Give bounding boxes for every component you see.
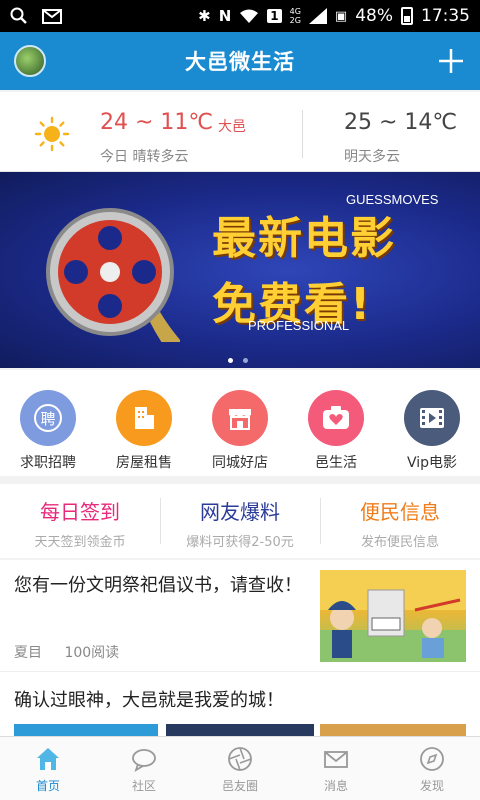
weather-panel[interactable]: 24 ~ 11℃ 大邑 今日 晴转多云 25 ~ 14℃ 明天多云 bbox=[0, 92, 480, 172]
wifi-icon bbox=[240, 9, 259, 23]
news-thumbnail bbox=[320, 570, 466, 662]
category-label: 房屋租售 bbox=[116, 455, 172, 471]
tab-label: 发现 bbox=[419, 779, 444, 793]
screenshot-icon: ▣ bbox=[334, 8, 348, 24]
network-indicator: 4G 2G bbox=[290, 7, 301, 25]
hire-icon: 聘 bbox=[20, 390, 76, 446]
svg-text:聘: 聘 bbox=[40, 410, 55, 428]
tab-messages[interactable]: 消息 bbox=[288, 737, 384, 800]
news-feed: 您有一份文明祭祀倡议书，请查收！ 夏目 100阅读 确认过眼神，大邑就是我爱的城… bbox=[0, 560, 480, 736]
promo-banner[interactable]: GUESSMOVES 最新电影 免费看! PROFESSIONAL bbox=[0, 172, 480, 368]
carousel-dot[interactable] bbox=[228, 358, 233, 363]
daily-checkin[interactable]: 每日签到 天天签到领金币 bbox=[0, 484, 160, 558]
shop-icon bbox=[212, 390, 268, 446]
quick-subtitle: 天天签到领金币 bbox=[34, 535, 126, 550]
tab-home[interactable]: 首页 bbox=[0, 737, 96, 800]
banner-headline: 最新电影 bbox=[212, 213, 396, 264]
tomorrow-description: 明天多云 bbox=[344, 149, 400, 165]
category-label: 求职招聘 bbox=[20, 455, 76, 471]
news-thumbnail bbox=[320, 724, 466, 736]
news-read-count: 100阅读 bbox=[64, 645, 120, 661]
quick-subtitle: 发布便民信息 bbox=[360, 535, 439, 550]
news-thumbnail bbox=[14, 724, 158, 736]
category-vip-movies[interactable]: Vip电影 bbox=[387, 390, 477, 476]
compass-icon bbox=[420, 747, 444, 771]
category-jobs[interactable]: 聘 求职招聘 bbox=[3, 390, 93, 476]
network-bottom-label: 2G bbox=[289, 16, 301, 25]
category-life[interactable]: 邑生活 bbox=[291, 390, 381, 476]
quick-title: 每日签到 bbox=[40, 500, 120, 524]
heart-camera-icon bbox=[308, 390, 364, 446]
weather-divider bbox=[302, 110, 303, 158]
page-title: 大邑微生活 bbox=[185, 50, 295, 74]
news-title: 确认过眼神，大邑就是我爱的城！ bbox=[14, 690, 284, 711]
category-housing[interactable]: 房屋租售 bbox=[99, 390, 189, 476]
user-tips[interactable]: 网友爆料 爆料可获得2-50元 bbox=[160, 484, 320, 558]
network-top-label: 4G bbox=[289, 7, 301, 16]
building-icon bbox=[116, 390, 172, 446]
news-item[interactable]: 您有一份文明祭祀倡议书，请查收！ 夏目 100阅读 bbox=[0, 560, 480, 672]
tab-label: 消息 bbox=[323, 779, 348, 793]
tab-label: 社区 bbox=[131, 779, 156, 793]
category-shops[interactable]: 同城好店 bbox=[195, 390, 285, 476]
carousel-indicator bbox=[228, 358, 248, 363]
quick-title: 网友爆料 bbox=[200, 500, 280, 524]
today-description: 今日 晴转多云 bbox=[100, 149, 189, 165]
quick-title: 便民信息 bbox=[360, 500, 440, 524]
carousel-dot[interactable] bbox=[243, 358, 248, 363]
banner-tag-bottom: PROFESSIONAL bbox=[248, 318, 350, 333]
news-meta: 夏目 100阅读 bbox=[14, 642, 137, 662]
signal-icon bbox=[308, 8, 327, 24]
category-label: 邑生活 bbox=[315, 455, 357, 471]
quick-links: 每日签到 天天签到领金币 网友爆料 爆料可获得2-50元 便民信息 发布便民信息 bbox=[0, 484, 480, 558]
cartoon-illustration bbox=[320, 570, 466, 662]
bottom-tab-bar: 首页 社区 邑友圈 消息 发现 bbox=[0, 736, 480, 800]
mail-icon bbox=[324, 751, 348, 768]
home-icon bbox=[37, 748, 59, 770]
news-thumbnail bbox=[166, 724, 314, 736]
avatar[interactable] bbox=[14, 45, 46, 77]
tab-friends[interactable]: 邑友圈 bbox=[192, 737, 288, 800]
search-icon bbox=[10, 7, 27, 24]
film-reel-icon bbox=[46, 208, 180, 342]
aperture-icon bbox=[228, 747, 252, 771]
bluetooth-icon: ✱ bbox=[198, 7, 211, 25]
tab-label: 首页 bbox=[35, 779, 60, 793]
status-bar: ✱ N 1 4G 2G ▣ 48% 17:35 bbox=[0, 0, 480, 32]
tab-discover[interactable]: 发现 bbox=[384, 737, 480, 800]
quick-subtitle: 爆料可获得2-50元 bbox=[186, 535, 294, 550]
sim-badge: 1 bbox=[267, 9, 282, 23]
news-author: 夏目 bbox=[14, 645, 42, 661]
clock: 17:35 bbox=[421, 6, 470, 26]
mail-icon bbox=[42, 8, 62, 24]
plus-icon bbox=[439, 49, 463, 73]
tab-community[interactable]: 社区 bbox=[96, 737, 192, 800]
chat-bubble-icon bbox=[132, 749, 156, 772]
tab-label: 邑友圈 bbox=[221, 779, 258, 793]
battery-percent: 48% bbox=[355, 6, 393, 26]
nfc-icon: N bbox=[218, 7, 232, 25]
category-label: Vip电影 bbox=[406, 455, 458, 471]
tomorrow-temperature: 25 ~ 14℃ bbox=[344, 110, 458, 135]
news-title: 您有一份文明祭祀倡议书，请查收！ bbox=[14, 575, 302, 596]
local-info[interactable]: 便民信息 发布便民信息 bbox=[320, 484, 480, 558]
app-header: 大邑微生活 bbox=[0, 32, 480, 90]
film-icon bbox=[404, 390, 460, 446]
category-grid: 聘 求职招聘 房屋租售 同城好店 邑生活 Vip电影 bbox=[0, 370, 480, 476]
city-label: 大邑 bbox=[218, 119, 246, 135]
add-button[interactable] bbox=[436, 42, 466, 80]
category-label: 同城好店 bbox=[212, 455, 268, 471]
today-temperature: 24 ~ 11℃ bbox=[100, 110, 214, 135]
sun-icon bbox=[34, 116, 70, 152]
battery-icon bbox=[401, 7, 413, 25]
